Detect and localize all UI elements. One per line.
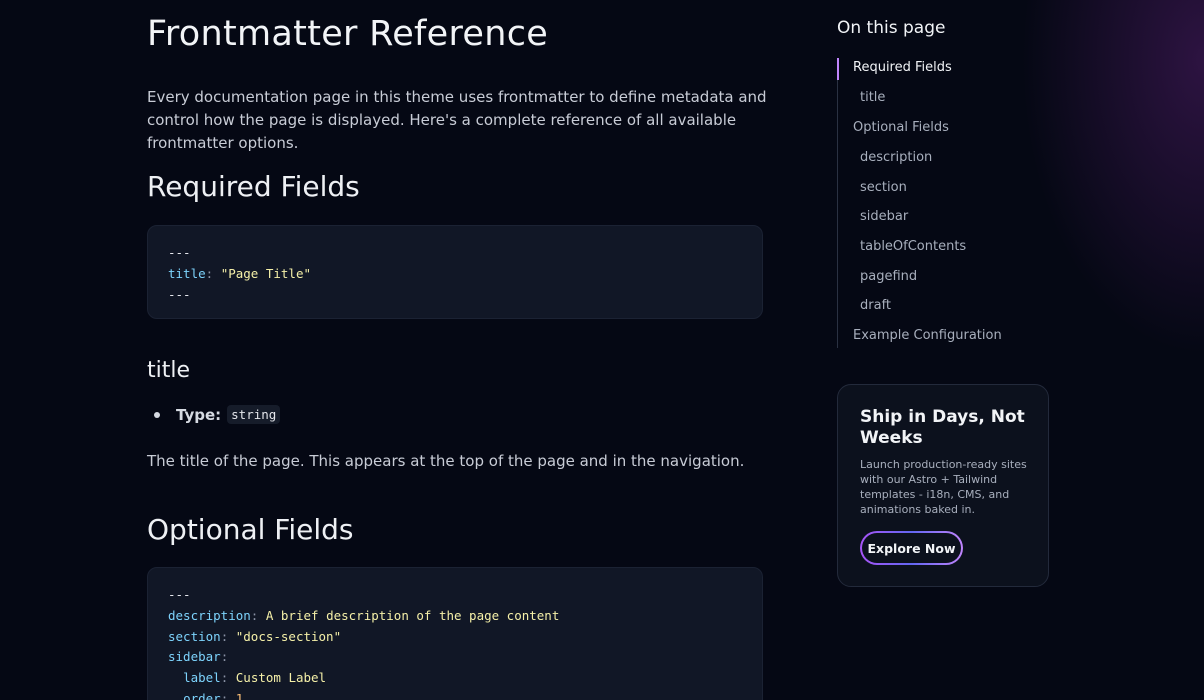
code-value: Custom Label bbox=[235, 670, 327, 686]
code-value: 1 bbox=[235, 690, 244, 700]
table-of-contents: On this page Required Fields title Optio… bbox=[837, 18, 1057, 348]
code-value: "Page Title" bbox=[220, 265, 312, 281]
toc-item-example-configuration[interactable]: Example Configuration bbox=[853, 328, 1002, 343]
code-key: sidebar bbox=[168, 649, 221, 665]
promo-card: Ship in Days, Not Weeks Launch productio… bbox=[837, 384, 1049, 587]
toc-item-tableofcontents[interactable]: tableOfContents bbox=[860, 239, 966, 254]
code-value: "docs-section" bbox=[235, 628, 342, 644]
bullet-dot bbox=[154, 411, 160, 418]
heading-title: title bbox=[147, 358, 191, 383]
toc-item-section[interactable]: section bbox=[860, 180, 907, 195]
toc-list: Required Fields title Optional Fields de… bbox=[837, 58, 1057, 348]
heading-optional-fields: Optional Fields bbox=[147, 513, 354, 546]
code-key: label bbox=[183, 670, 221, 686]
type-value: string bbox=[227, 405, 281, 424]
title-description: The title of the page. This appears at t… bbox=[147, 452, 745, 470]
explore-now-button[interactable]: Explore Now bbox=[860, 531, 963, 565]
code-block-optional[interactable]: --- description: A brief description of … bbox=[147, 567, 763, 700]
type-label: Type: bbox=[176, 405, 222, 424]
toc-item-pagefind[interactable]: pagefind bbox=[860, 269, 917, 284]
toc-item-draft[interactable]: draft bbox=[860, 298, 891, 313]
explore-now-label: Explore Now bbox=[862, 533, 961, 563]
code-key: title bbox=[168, 265, 206, 281]
toc-active-indicator bbox=[837, 58, 839, 80]
code-key: order bbox=[183, 690, 221, 700]
code-line: --- bbox=[168, 286, 191, 302]
promo-text: Launch production-ready sites with our A… bbox=[860, 458, 1027, 516]
heading-required-fields: Required Fields bbox=[147, 170, 360, 203]
toc-item-title[interactable]: title bbox=[860, 90, 885, 105]
page-title: Frontmatter Reference bbox=[147, 14, 549, 54]
toc-item-sidebar[interactable]: sidebar bbox=[860, 209, 908, 224]
code-line: --- bbox=[168, 245, 191, 260]
code-block-required[interactable]: --- title: "Page Title" --- bbox=[147, 225, 763, 319]
toc-title: On this page bbox=[837, 18, 946, 38]
promo-title: Ship in Days, Not Weeks bbox=[860, 407, 1025, 448]
toc-item-optional-fields[interactable]: Optional Fields bbox=[853, 120, 949, 135]
toc-item-description[interactable]: description bbox=[860, 150, 932, 165]
type-bullet: Type: string bbox=[147, 405, 281, 424]
code-value: A brief description of the page content bbox=[265, 607, 560, 623]
code-key: description bbox=[168, 607, 251, 623]
intro-paragraph: Every documentation page in this theme u… bbox=[147, 88, 767, 152]
code-key: section bbox=[168, 628, 221, 644]
code-line: --- bbox=[168, 587, 191, 602]
toc-item-required-fields[interactable]: Required Fields bbox=[853, 60, 952, 75]
